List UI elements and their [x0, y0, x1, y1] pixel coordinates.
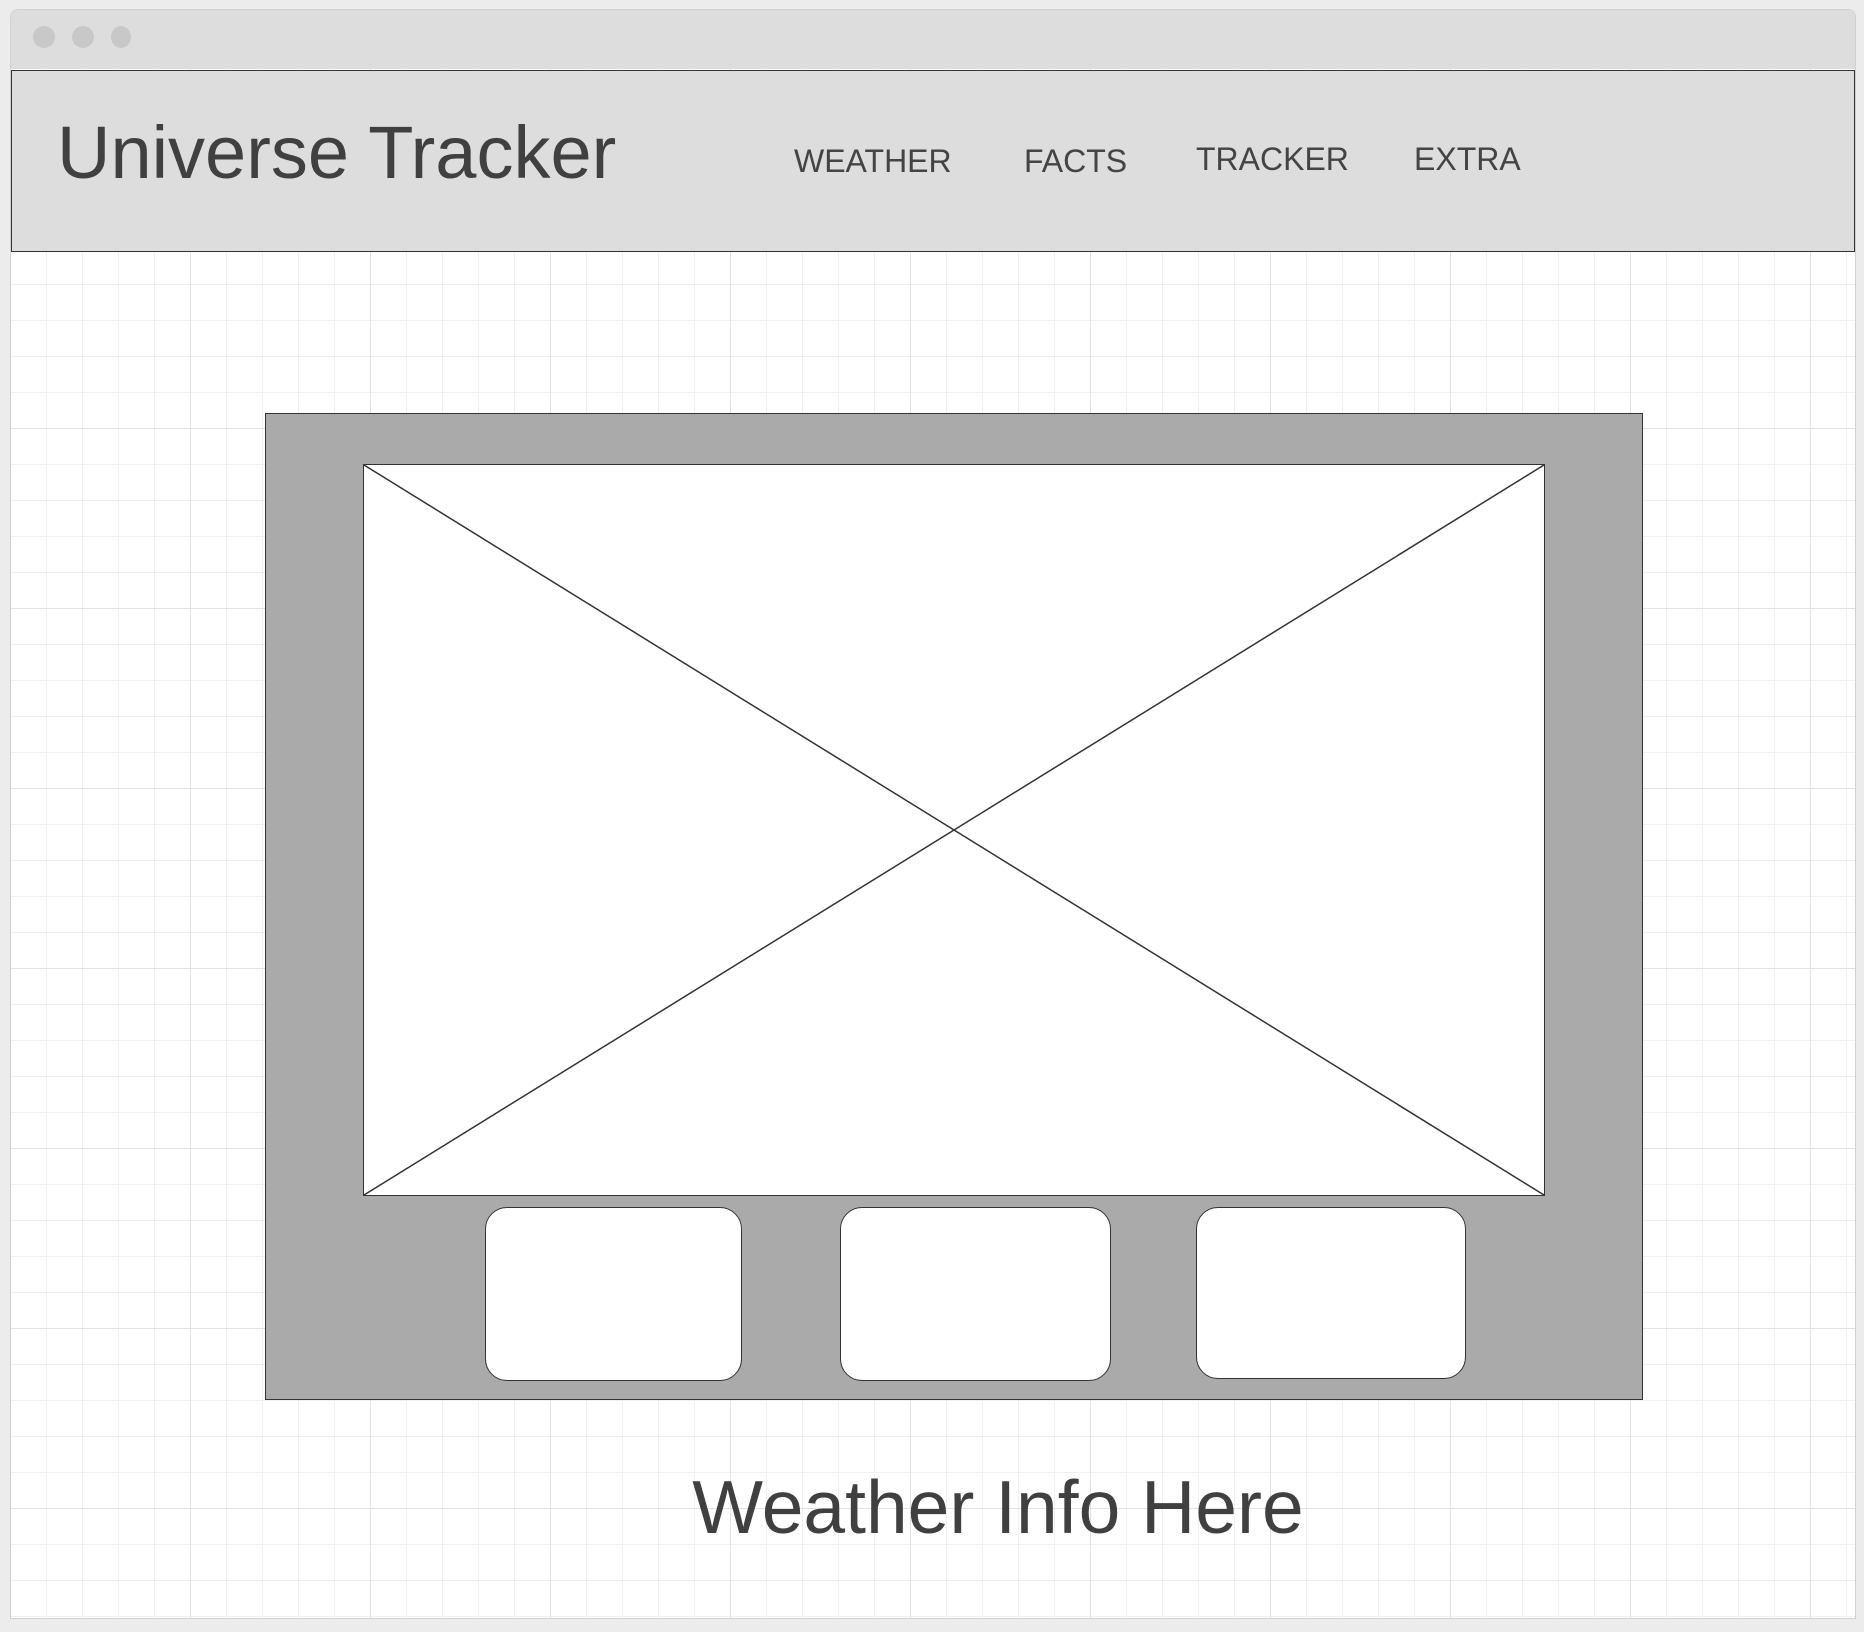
thumbnail-card-2[interactable]	[840, 1207, 1111, 1381]
weather-info-caption: Weather Info Here	[692, 1465, 1304, 1549]
thumbnail-card-3[interactable]	[1196, 1207, 1466, 1379]
weather-panel	[265, 413, 1643, 1400]
site-navbar: Universe Tracker WEATHER FACTS TRACKER E…	[11, 70, 1855, 252]
nav-link-weather[interactable]: WEATHER	[794, 145, 952, 177]
window-titlebar	[11, 10, 1855, 69]
site-title[interactable]: Universe Tracker	[57, 116, 616, 190]
maximize-icon[interactable]	[111, 26, 131, 48]
image-placeholder	[363, 464, 1545, 1196]
image-placeholder-icon	[364, 465, 1544, 1195]
nav-link-facts[interactable]: FACTS	[1024, 145, 1127, 177]
thumbnail-card-1[interactable]	[485, 1207, 742, 1381]
close-icon[interactable]	[33, 26, 55, 48]
nav-link-extra[interactable]: EXTRA	[1414, 143, 1521, 175]
minimize-icon[interactable]	[72, 26, 94, 48]
browser-window: Universe Tracker WEATHER FACTS TRACKER E…	[10, 9, 1856, 1619]
nav-link-tracker[interactable]: TRACKER	[1196, 143, 1349, 175]
